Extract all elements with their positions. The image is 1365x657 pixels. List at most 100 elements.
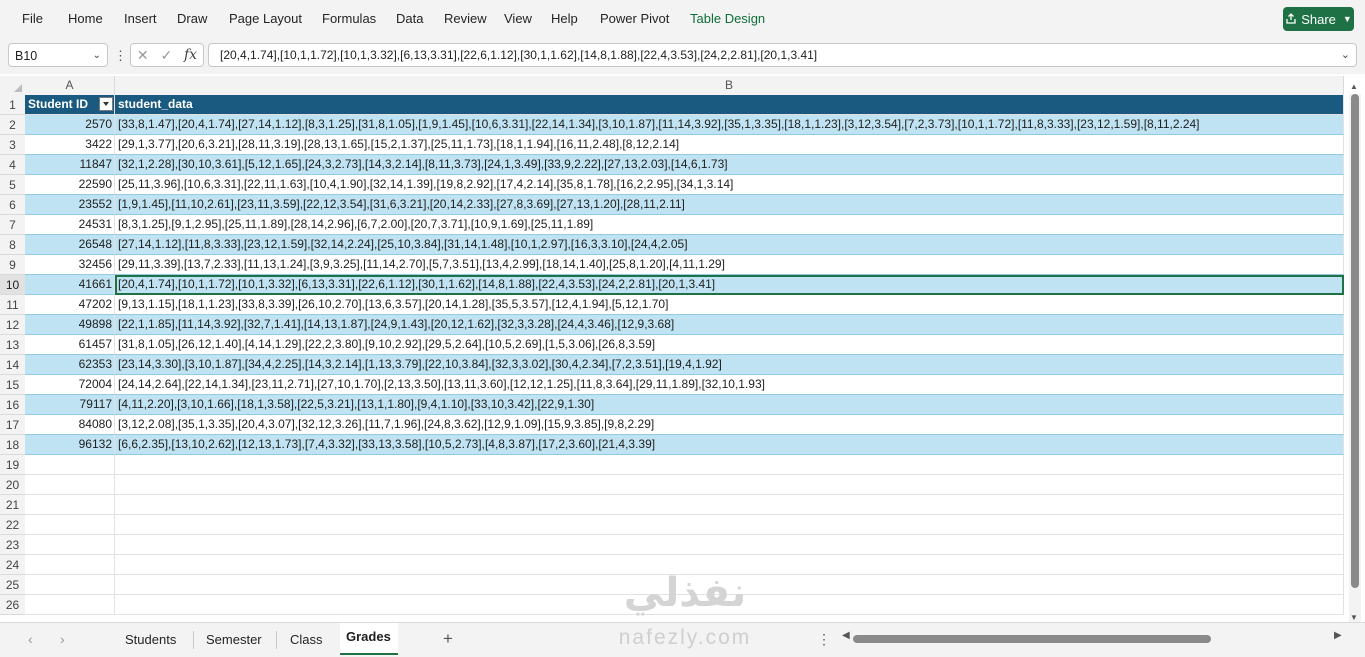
cell-student-data[interactable]	[115, 455, 1344, 475]
cell-student-id[interactable]: 22590	[25, 175, 115, 195]
cell-student-id[interactable]: 49898	[25, 315, 115, 335]
menu-review[interactable]: Review	[444, 11, 487, 26]
cell-student-id[interactable]	[25, 555, 115, 575]
cell-student-data[interactable]: [25,11,3.96],[10,6,3.31],[22,11,1.63],[1…	[115, 175, 1344, 195]
cell-student-data[interactable]	[115, 515, 1344, 535]
cell-student-data[interactable]: [32,1,2.28],[30,10,3.61],[5,12,1.65],[24…	[115, 155, 1344, 175]
tab-class[interactable]: Class	[290, 632, 323, 647]
cell-student-data[interactable]: [8,3,1.25],[9,1,2.95],[25,11,1.89],[28,1…	[115, 215, 1344, 235]
arrow-left-icon[interactable]: ‹	[28, 631, 33, 647]
cell-student-id[interactable]: 61457	[25, 335, 115, 355]
vertical-scrollbar[interactable]: ▲ ▼	[1349, 82, 1361, 622]
cell-student-id[interactable]: 96132	[25, 435, 115, 455]
fx-icon[interactable]: fx	[184, 47, 197, 63]
menu-file[interactable]: File	[22, 11, 43, 26]
row-header[interactable]: 12	[0, 315, 25, 335]
cell-student-data[interactable]: [29,11,3.39],[13,7,2.33],[11,13,1.24],[3…	[115, 255, 1344, 275]
tab-students[interactable]: Students	[125, 632, 176, 647]
arrow-right-icon[interactable]: ›	[60, 631, 65, 647]
menu-draw[interactable]: Draw	[177, 11, 207, 26]
formula-input[interactable]: [20,4,1.74],[10,1,1.72],[10,1,3.32],[6,1…	[208, 43, 1357, 67]
cell-student-data[interactable]: [24,14,2.64],[22,14,1.34],[23,11,2.71],[…	[115, 375, 1344, 395]
column-header-b[interactable]: B	[115, 76, 1344, 95]
horizontal-scrollbar[interactable]	[853, 634, 1333, 644]
row-header[interactable]: 17	[0, 415, 25, 435]
arrow-down-icon[interactable]: ▼	[1350, 613, 1358, 622]
cell-student-data[interactable]	[115, 555, 1344, 575]
add-sheet-button[interactable]: +	[443, 629, 453, 649]
row-header[interactable]: 14	[0, 355, 25, 375]
row-header[interactable]: 19	[0, 455, 25, 475]
menu-view[interactable]: View	[504, 11, 532, 26]
share-button[interactable]: Share ▼	[1283, 7, 1354, 31]
row-header[interactable]: 3	[0, 135, 25, 155]
row-header[interactable]: 23	[0, 535, 25, 555]
menu-data[interactable]: Data	[396, 11, 423, 26]
name-box[interactable]: B10 ⌄	[8, 43, 108, 67]
row-header[interactable]: 7	[0, 215, 25, 235]
cell-student-id[interactable]: 3422	[25, 135, 115, 155]
arrow-up-icon[interactable]: ▲	[1350, 82, 1358, 91]
cell-student-data[interactable]: [4,11,2.20],[3,10,1.66],[18,1,3.58],[22,…	[115, 395, 1344, 415]
chevron-down-icon[interactable]: ⌄	[93, 44, 101, 68]
row-header[interactable]: 8	[0, 235, 25, 255]
more-icon[interactable]: ⋮	[817, 631, 831, 648]
row-header[interactable]: 6	[0, 195, 25, 215]
scroll-thumb[interactable]	[1351, 94, 1359, 588]
cell-student-id[interactable]: 32456	[25, 255, 115, 275]
row-header[interactable]: 20	[0, 475, 25, 495]
row-header[interactable]: 18	[0, 435, 25, 455]
cell-student-id[interactable]: 26548	[25, 235, 115, 255]
cell-student-id[interactable]	[25, 455, 115, 475]
cell-student-data[interactable]	[115, 475, 1344, 495]
cell-student-id[interactable]	[25, 475, 115, 495]
cell-student-id[interactable]	[25, 535, 115, 555]
cell-student-id[interactable]: 79117	[25, 395, 115, 415]
cell-student-id[interactable]: 24531	[25, 215, 115, 235]
cell-student-id[interactable]: 2570	[25, 115, 115, 135]
cell-student-data[interactable]: [20,4,1.74],[10,1,1.72],[10,1,3.32],[6,1…	[115, 275, 1344, 295]
scroll-thumb[interactable]	[853, 635, 1211, 643]
more-icon[interactable]: ⋮	[114, 48, 127, 64]
cell-student-data[interactable]: [9,13,1.15],[18,1,1.23],[33,8,3.39],[26,…	[115, 295, 1344, 315]
cell-student-data[interactable]: [6,6,2.35],[13,10,2.62],[12,13,1.73],[7,…	[115, 435, 1344, 455]
menu-insert[interactable]: Insert	[124, 11, 157, 26]
row-header[interactable]: 11	[0, 295, 25, 315]
cell-student-id[interactable]: 62353	[25, 355, 115, 375]
check-icon[interactable]: ✓	[160, 47, 172, 64]
cell-student-data[interactable]: [1,9,1.45],[11,10,2.61],[23,11,3.59],[22…	[115, 195, 1344, 215]
column-header-a[interactable]: A	[25, 76, 115, 95]
cell-student-id[interactable]: 41661	[25, 275, 115, 295]
cell-student-data[interactable]	[115, 595, 1344, 615]
cell-student-data[interactable]: [27,14,1.12],[11,8,3.33],[23,12,1.59],[3…	[115, 235, 1344, 255]
row-header[interactable]: 22	[0, 515, 25, 535]
menu-home[interactable]: Home	[68, 11, 103, 26]
tab-semester[interactable]: Semester	[206, 632, 262, 647]
menu-power-pivot[interactable]: Power Pivot	[600, 11, 669, 26]
row-header[interactable]: 15	[0, 375, 25, 395]
row-header[interactable]: 21	[0, 495, 25, 515]
cell-student-data[interactable]: [31,8,1.05],[26,12,1.40],[4,14,1.29],[22…	[115, 335, 1344, 355]
cell-student-id[interactable]: 11847	[25, 155, 115, 175]
chevron-down-icon[interactable]: ⌄	[1341, 44, 1350, 66]
table-header-student-data[interactable]: student_data	[115, 95, 1344, 115]
row-header[interactable]: 5	[0, 175, 25, 195]
cell-student-id[interactable]: 84080	[25, 415, 115, 435]
filter-dropdown-icon[interactable]	[99, 97, 113, 111]
row-header[interactable]: 24	[0, 555, 25, 575]
cell-student-id[interactable]	[25, 595, 115, 615]
cell-student-data[interactable]: [29,1,3.77],[20,6,3.21],[28,11,3.19],[28…	[115, 135, 1344, 155]
row-header[interactable]: 9	[0, 255, 25, 275]
cell-student-id[interactable]	[25, 515, 115, 535]
cell-student-data[interactable]: [33,8,1.47],[20,4,1.74],[27,14,1.12],[8,…	[115, 115, 1344, 135]
cell-student-id[interactable]	[25, 495, 115, 515]
cell-student-data[interactable]	[115, 535, 1344, 555]
cell-student-id[interactable]	[25, 575, 115, 595]
cell-student-data[interactable]	[115, 575, 1344, 595]
row-header[interactable]: 16	[0, 395, 25, 415]
cell-student-id[interactable]: 23552	[25, 195, 115, 215]
arrow-left-icon[interactable]: ◀	[842, 630, 850, 641]
menu-page-layout[interactable]: Page Layout	[229, 11, 302, 26]
arrow-right-icon[interactable]: ▶	[1334, 630, 1342, 641]
tab-grades[interactable]: Grades	[346, 629, 391, 644]
